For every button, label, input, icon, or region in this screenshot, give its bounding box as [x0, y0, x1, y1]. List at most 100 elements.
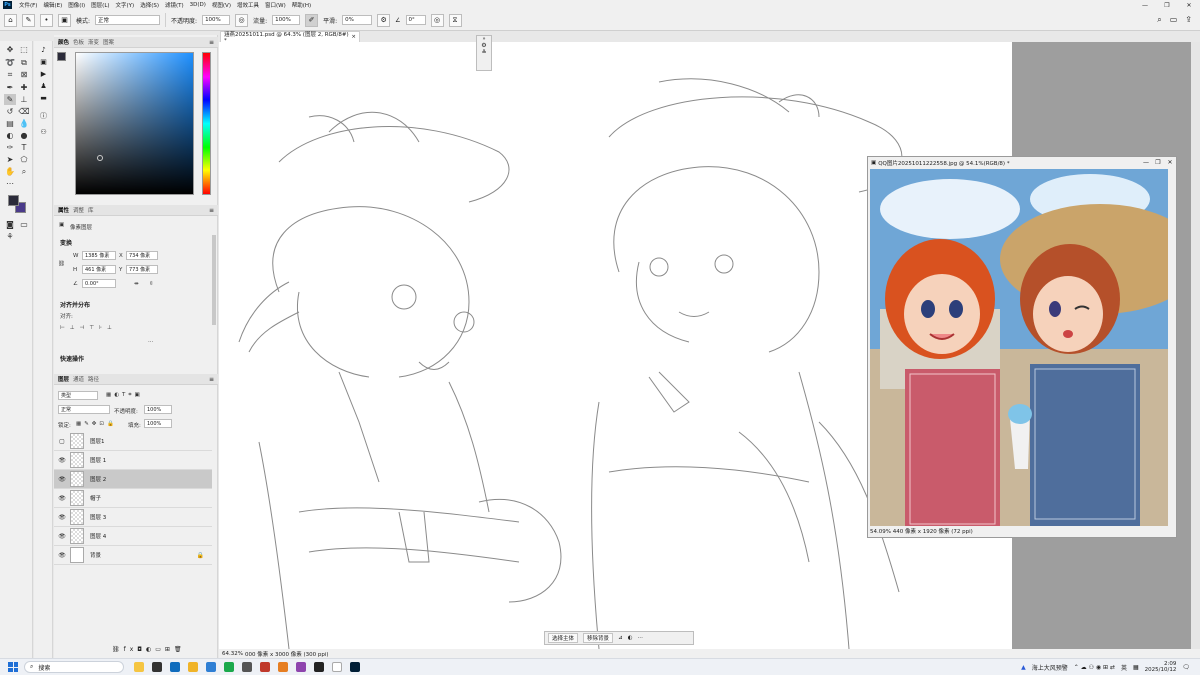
layer-row[interactable]: 👁 图层 4 — [54, 527, 212, 546]
brush-panel-icon[interactable]: ▣ — [38, 57, 49, 67]
tab-adjustments[interactable]: 调整 — [73, 206, 84, 214]
warning-icon[interactable]: ▲ — [1021, 664, 1026, 671]
app-icon[interactable] — [242, 662, 252, 672]
app-icon[interactable] — [296, 662, 306, 672]
eraser-tool-icon[interactable]: ⌫ — [18, 106, 30, 117]
menu-filter[interactable]: 滤镜(T) — [162, 1, 187, 9]
lock-options-icons[interactable]: ▦✎✥⊡🔒 — [76, 421, 117, 427]
flow-field[interactable]: 100% — [272, 15, 301, 25]
adjust-icon[interactable]: ◐ — [628, 635, 633, 641]
tab-patterns[interactable]: 图案 — [103, 38, 114, 46]
height-field[interactable]: 461 像素 — [82, 265, 116, 274]
history-brush-icon[interactable]: ↺ — [4, 106, 16, 117]
close-icon[interactable]: ✕ — [1164, 159, 1176, 166]
more-options-icon[interactable]: ⋯ — [637, 635, 643, 641]
transform-icon[interactable]: ⊿ — [618, 635, 623, 641]
network-icon[interactable]: ▦ — [1133, 664, 1139, 671]
document-tab[interactable]: 涵燕20251011.psd @ 64.3% (图层 2, RGB/8#) * … — [220, 31, 360, 44]
layer-row[interactable]: 👁 图层 3 — [54, 508, 212, 527]
menu-plugins[interactable]: 增效工具 — [234, 1, 262, 9]
fill-field[interactable]: 100% — [144, 419, 172, 428]
panel-menu-icon[interactable]: ≡ — [209, 207, 214, 214]
sliders-icon[interactable]: ≚ — [477, 49, 491, 56]
panel-menu-icon[interactable]: ≡ — [209, 376, 214, 383]
tab-gradients[interactable]: 渐变 — [88, 38, 99, 46]
search-icon[interactable]: ⌕ — [1157, 15, 1161, 25]
screen-mode-icon[interactable]: ▭ — [18, 219, 30, 230]
eye-icon[interactable]: 👁 — [56, 514, 68, 521]
info-panel-icon[interactable]: ⓘ — [38, 111, 49, 121]
reference-titlebar[interactable]: ▣ QQ图片20251011222558.jpg @ 54.1%(RGB/8) … — [868, 157, 1176, 168]
layer-filter-select[interactable]: 类型 — [58, 391, 98, 400]
windows-start-icon[interactable] — [8, 662, 18, 672]
menu-help[interactable]: 帮助(H) — [289, 1, 314, 9]
minimize-icon[interactable]: — — [1134, 2, 1156, 9]
eyedropper-tool-icon[interactable]: ✒ — [4, 82, 16, 93]
menu-3d[interactable]: 3D(D) — [187, 2, 209, 8]
actions-panel-icon[interactable]: ▶ — [38, 69, 49, 79]
more-align-options[interactable]: ... — [148, 338, 153, 344]
stamp-tool-icon[interactable]: ⊥ — [18, 94, 30, 105]
menu-view[interactable]: 视图(V) — [209, 1, 234, 9]
more-tools-icon[interactable]: ⋯ — [4, 178, 16, 189]
y-field[interactable]: 773 像素 — [126, 265, 158, 274]
marquee-tool-icon[interactable]: ⬚ — [18, 44, 30, 55]
mode-select[interactable]: 正常 — [95, 15, 161, 25]
type-tool-icon[interactable]: T — [18, 142, 30, 153]
angle-field[interactable]: 0° — [405, 15, 426, 25]
color-field[interactable] — [75, 52, 194, 195]
menu-window[interactable]: 窗口(W) — [262, 1, 289, 9]
blur-tool-icon[interactable]: 💧 — [18, 118, 30, 129]
history-panel-icon[interactable]: ♪ — [38, 45, 49, 55]
hand-tool-icon[interactable]: ✋ — [4, 166, 16, 177]
flip-vertical-icon[interactable]: ⇳ — [149, 281, 154, 287]
foreground-color-swatch[interactable] — [8, 195, 19, 206]
eye-icon[interactable]: 👁 — [56, 533, 68, 540]
opacity-field[interactable]: 100% — [202, 15, 231, 25]
tab-channels[interactable]: 通道 — [73, 375, 84, 383]
brush-size-icon[interactable]: • — [40, 13, 53, 27]
app-icon[interactable] — [314, 662, 324, 672]
move-tool-icon[interactable]: ✥ — [4, 44, 16, 55]
workspace-icon[interactable]: ▭ — [1170, 15, 1178, 25]
smooth-field[interactable]: 0% — [342, 15, 373, 25]
object-select-tool-icon[interactable]: ⧉ — [18, 57, 30, 68]
brush-settings-icon[interactable]: ⚙ — [477, 42, 491, 49]
burn-tool-icon[interactable]: ● — [18, 130, 30, 141]
taskbar-search[interactable]: ⌕ 搜索 — [24, 661, 124, 673]
ime-indicator[interactable]: 英 — [1121, 663, 1127, 672]
tab-color[interactable]: 颜色 — [58, 38, 69, 46]
color-picker-cursor[interactable] — [97, 155, 103, 161]
flip-horizontal-icon[interactable]: ⇹ — [134, 281, 139, 287]
notification-icon[interactable]: 🗨 — [1182, 664, 1190, 671]
smooth-settings-gear-icon[interactable]: ⚙ — [377, 13, 391, 27]
crop-tool-icon[interactable]: ⌗ — [4, 69, 16, 80]
dodge-tool-icon[interactable]: ◐ — [4, 130, 16, 141]
menu-layer[interactable]: 图层(L) — [88, 1, 112, 9]
layer-row[interactable]: 👁 帽子 — [54, 489, 212, 508]
menu-edit[interactable]: 编辑(E) — [40, 1, 65, 9]
home-icon[interactable]: ⌂ — [4, 13, 17, 27]
eye-icon[interactable]: 👁 — [56, 476, 68, 483]
zoom-level[interactable]: 64.32% — [222, 651, 243, 657]
tray-icons[interactable]: ⌃ ☁ ⚇ ◉ ⊞ ⇄ — [1074, 664, 1115, 671]
mini-fg-swatch[interactable] — [57, 52, 66, 61]
menu-type[interactable]: 文字(Y) — [113, 1, 138, 9]
clone-source-icon[interactable]: ♟ — [38, 81, 49, 91]
menu-select[interactable]: 选择(S) — [137, 1, 162, 9]
path-select-tool-icon[interactable]: ➤ — [4, 154, 16, 165]
gradient-tool-icon[interactable]: ▤ — [4, 118, 16, 129]
rotation-field[interactable]: 0.00° — [82, 279, 116, 288]
file-explorer-icon[interactable] — [188, 662, 198, 672]
eye-icon[interactable]: 👁 — [56, 495, 68, 502]
symmetry-icon[interactable]: ⧖ — [448, 13, 462, 27]
eye-icon[interactable]: 👁 — [56, 552, 68, 559]
select-subject-button[interactable]: 选择主体 — [548, 633, 579, 643]
tab-libraries[interactable]: 库 — [88, 206, 94, 214]
shape-tool-icon[interactable]: ⬠ — [18, 154, 30, 165]
brush-tool-icon[interactable]: ✎ — [4, 94, 16, 105]
pen-tool-icon[interactable]: ✑ — [4, 142, 16, 153]
reference-image-window[interactable]: ▣ QQ图片20251011222558.jpg @ 54.1%(RGB/8) … — [867, 156, 1177, 538]
comments-panel-icon[interactable]: ▬ — [38, 93, 49, 103]
tab-paths[interactable]: 路径 — [88, 375, 99, 383]
